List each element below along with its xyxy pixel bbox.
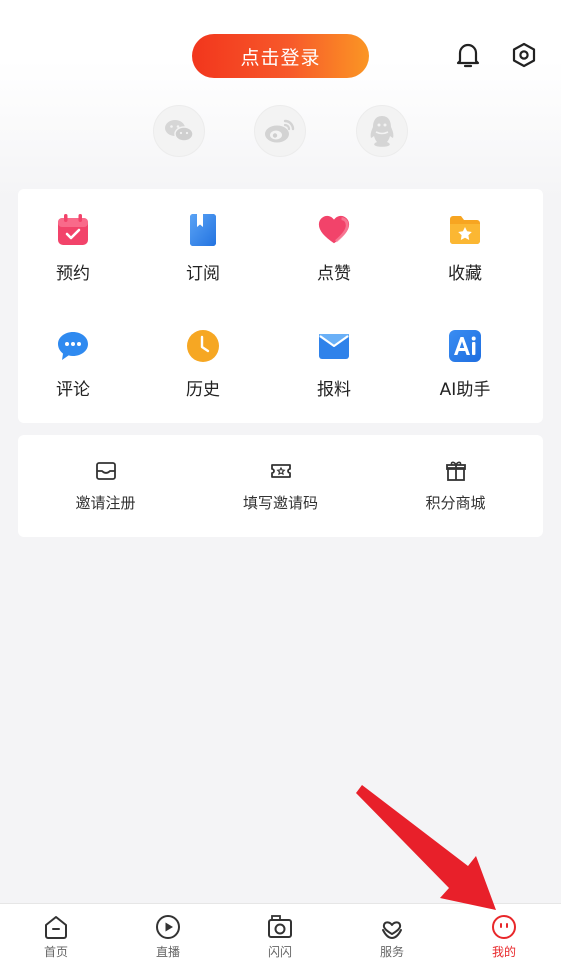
play-icon [154,913,182,941]
points-mall-button[interactable]: 积分商城 [368,435,543,537]
tab-label: 首页 [43,945,68,959]
home-icon [42,913,70,941]
invite-item-label: 邀请注册 [75,494,136,512]
feature-grid-card: 预约 订阅 点赞 收藏 评论 历史 报料 AI助手 [18,189,543,423]
calendar-check-icon [56,213,90,247]
tab-label: 服务 [379,945,404,959]
invite-item-label: 积分商城 [425,494,486,512]
tab-label: 我的 [491,945,516,959]
grid-item-label: 预约 [56,264,90,284]
wechat-icon [165,120,194,142]
heart-hands-icon [378,913,406,941]
envelope-icon [317,329,351,363]
grid-item-label: 收藏 [448,264,482,284]
grid-item-label: 历史 [186,380,220,400]
enter-invite-code-button[interactable]: 填写邀请码 [193,435,368,537]
grid-item-label: 报料 [317,380,351,400]
invite-item-label: 填写邀请码 [242,494,318,512]
grid-item-comments[interactable]: 评论 [18,329,128,409]
grid-item-favorites[interactable]: 收藏 [410,213,520,293]
grid-item-label: 订阅 [186,264,220,284]
bookmark-book-icon [186,213,220,247]
tab-service[interactable]: 服务 [336,904,448,965]
gift-icon [444,459,468,483]
ticket-icon [269,459,293,483]
tab-mine[interactable]: 我的 [448,904,560,965]
grid-item-label: 点赞 [317,264,351,284]
tab-label: 直播 [155,945,180,959]
grid-item-reservation[interactable]: 预约 [18,213,128,293]
profile-header: 点击登录 [0,0,561,180]
clock-icon [186,329,220,363]
invite-register-button[interactable]: 邀请注册 [18,435,193,537]
grid-item-subscribe[interactable]: 订阅 [148,213,258,293]
bell-icon[interactable] [454,40,482,70]
bottom-tab-bar: 首页 直播 闪闪 服务 我的 [0,903,561,965]
grid-item-ai-assistant[interactable]: AI助手 [410,329,520,409]
profile-face-icon [490,913,518,941]
chat-bubble-icon [56,329,90,363]
ai-icon [448,329,482,363]
tab-live[interactable]: 直播 [112,904,224,965]
grid-item-like[interactable]: 点赞 [279,213,389,293]
camera-icon [266,913,294,941]
grid-item-report[interactable]: 报料 [279,329,389,409]
grid-item-history[interactable]: 历史 [148,329,258,409]
tab-label: 闪闪 [267,945,292,959]
grid-item-label: 评论 [56,380,90,400]
login-button[interactable]: 点击登录 [192,34,369,78]
tab-flash[interactable]: 闪闪 [224,904,336,965]
qq-login-button[interactable] [356,105,408,157]
weibo-icon [265,119,295,143]
star-folder-icon [448,213,482,247]
heart-icon [317,213,351,247]
tab-home[interactable]: 首页 [0,904,112,965]
hexagon-settings-icon[interactable] [510,40,538,70]
weibo-login-button[interactable] [254,105,306,157]
inbox-icon [94,459,118,483]
grid-item-label: AI助手 [439,380,491,400]
invite-card: 邀请注册 填写邀请码 积分商城 [18,435,543,537]
wechat-login-button[interactable] [153,105,205,157]
qq-icon [370,116,394,147]
